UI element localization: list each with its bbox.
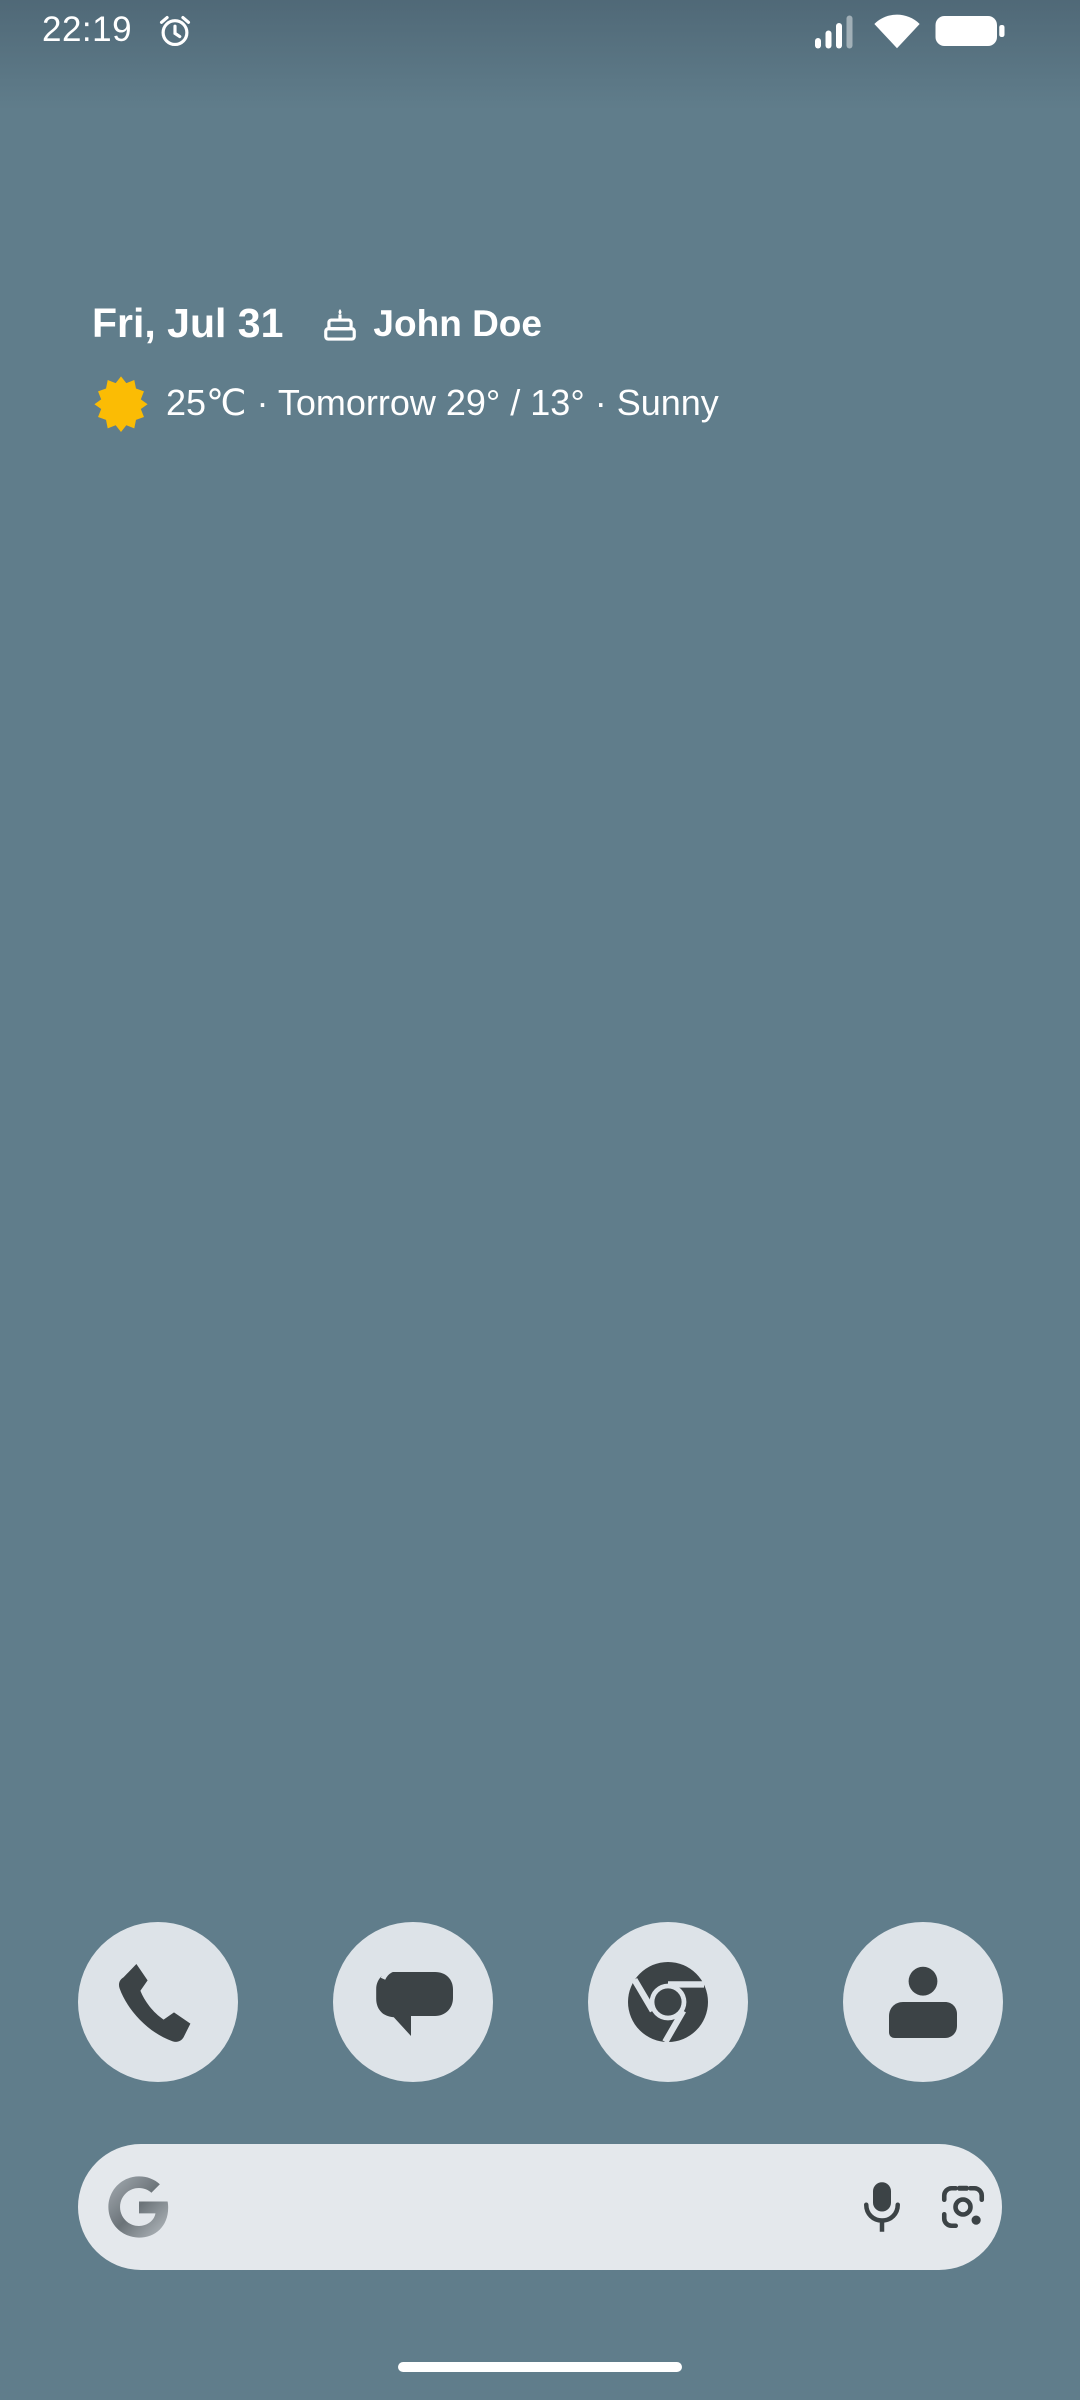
glance-event[interactable]: John Doe bbox=[373, 303, 542, 345]
glance-header-row: Fri, Jul 31 John Doe bbox=[92, 300, 542, 347]
status-time: 22:19 bbox=[42, 10, 133, 49]
lens-icon[interactable] bbox=[938, 2182, 988, 2232]
alarm-icon bbox=[159, 15, 191, 47]
google-search-bar[interactable] bbox=[78, 2144, 1002, 2270]
chrome-icon bbox=[628, 1962, 708, 2044]
cake-icon bbox=[324, 308, 357, 341]
mic-icon[interactable] bbox=[860, 2180, 904, 2234]
sun-icon bbox=[94, 376, 148, 432]
google-g-icon bbox=[108, 2176, 169, 2238]
dock-app-phone[interactable] bbox=[78, 1922, 238, 2082]
contacts-icon bbox=[889, 1966, 957, 2038]
signal-icon bbox=[815, 15, 853, 49]
battery-icon bbox=[935, 16, 1005, 46]
glance-weather-text: 25℃ · Tomorrow 29° / 13° · Sunny bbox=[166, 382, 719, 423]
gesture-nav-handle[interactable] bbox=[398, 2362, 682, 2372]
dock-app-messages[interactable] bbox=[333, 1922, 493, 2082]
messages-icon bbox=[376, 1965, 453, 2036]
phone-icon bbox=[118, 1964, 191, 2042]
glance-weather-row[interactable]: 25℃ · Tomorrow 29° / 13° · Sunny bbox=[92, 374, 719, 432]
wifi-icon bbox=[874, 14, 920, 49]
dock-app-contacts[interactable] bbox=[843, 1922, 1003, 2082]
dock-app-chrome[interactable] bbox=[588, 1922, 748, 2082]
status-bar: 22:19 bbox=[0, 0, 1080, 62]
glance-date[interactable]: Fri, Jul 31 bbox=[92, 300, 283, 347]
